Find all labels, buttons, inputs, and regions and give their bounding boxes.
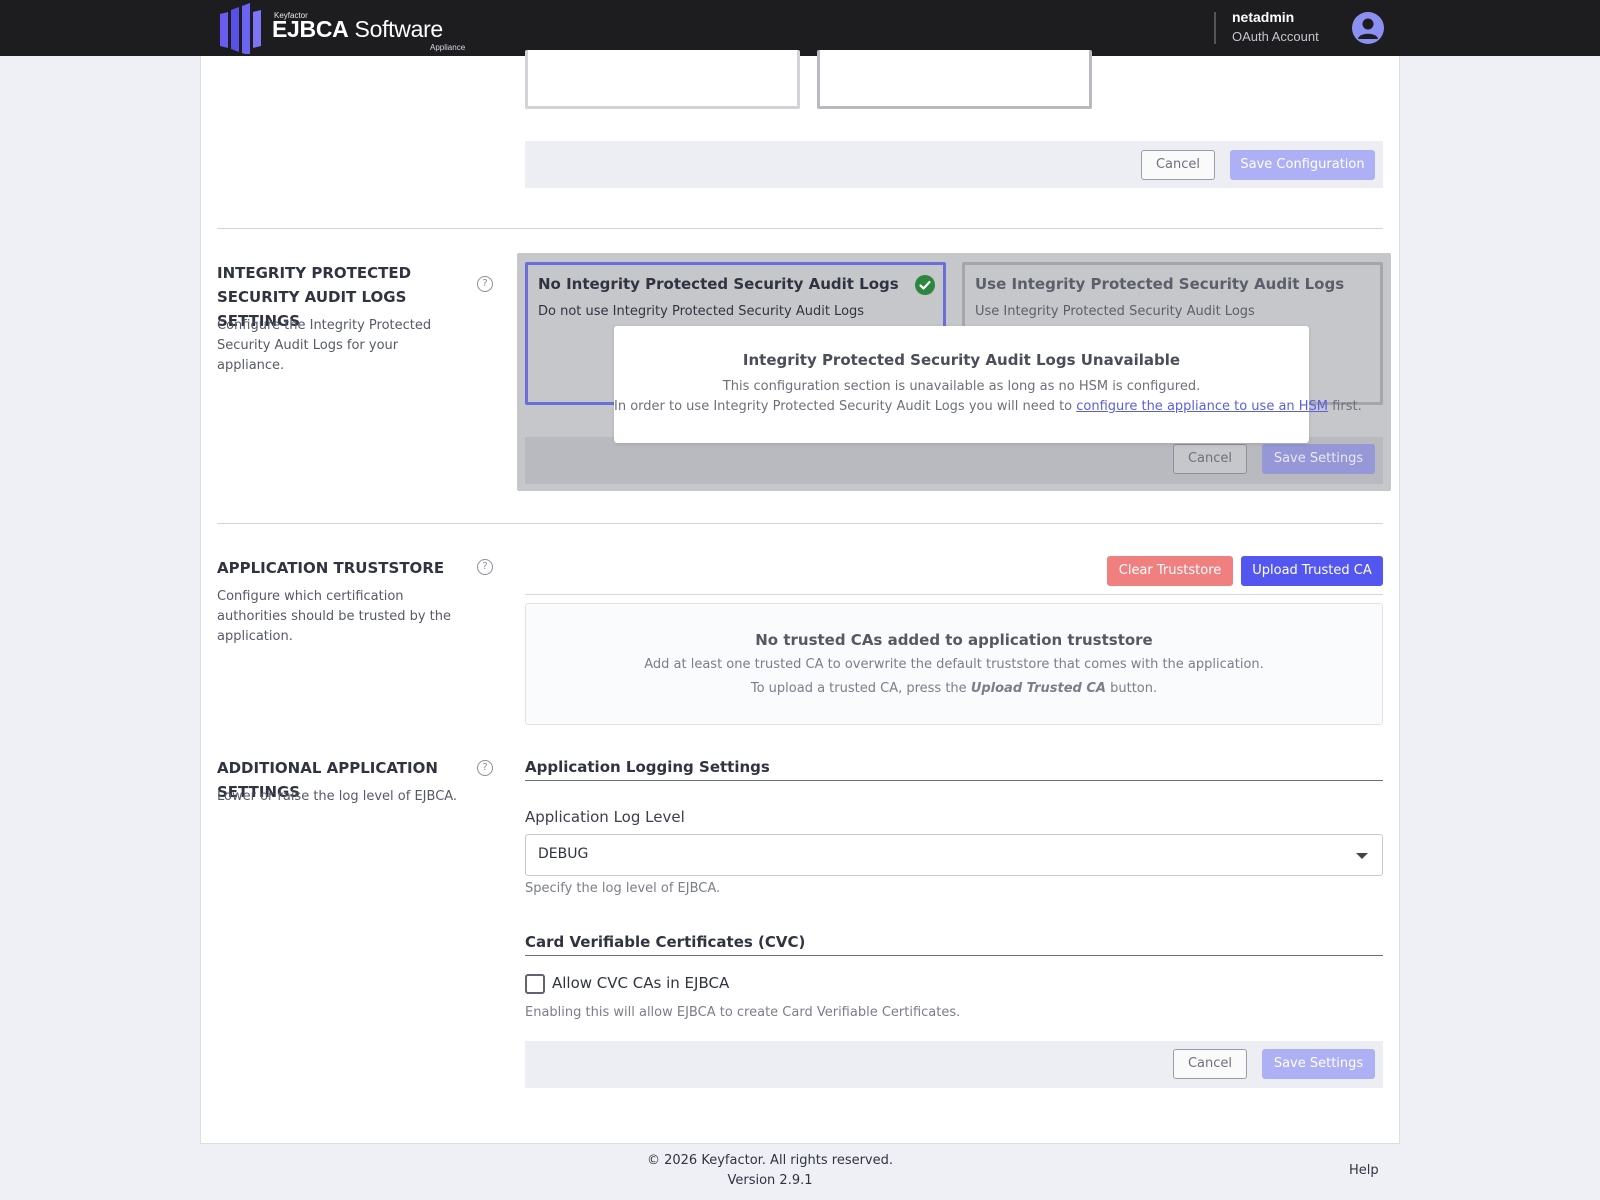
option-no-title: No Integrity Protected Security Audit Lo…: [538, 275, 899, 293]
hsm-unavailable-modal: Integrity Protected Security Audit Logs …: [614, 326, 1362, 443]
help-icon[interactable]: ?: [477, 276, 493, 292]
allow-cvc-label[interactable]: Allow CVC CAs in EJBCA: [552, 974, 729, 992]
allow-cvc-checkbox[interactable]: [525, 974, 545, 994]
cancel-button[interactable]: Cancel: [1141, 150, 1215, 180]
log-level-value: DEBUG: [538, 846, 589, 862]
help-icon[interactable]: ?: [477, 760, 493, 776]
integrity-cancel-button: Cancel: [1173, 444, 1247, 474]
truststore-section-title: APPLICATION TRUSTSTORE: [217, 559, 445, 577]
avatar[interactable]: [1352, 12, 1384, 44]
option-yes-desc: Use Integrity Protected Security Audit L…: [975, 304, 1255, 319]
logging-heading-rule: [525, 780, 1383, 781]
config-option-tile-1[interactable]: [525, 50, 800, 109]
truststore-divider: [525, 594, 1383, 595]
modal-instruction: In order to use Integrity Protected Secu…: [614, 399, 1362, 414]
configure-hsm-link[interactable]: configure the appliance to use an HSM: [1076, 399, 1328, 414]
logo-title: EJBCA Software: [272, 16, 443, 42]
user-name[interactable]: netadmin: [1232, 9, 1294, 25]
empty-state-message: Add at least one trusted CA to overwrite…: [644, 657, 1264, 672]
upload-trusted-ca-button[interactable]: Upload Trusted CA: [1241, 556, 1383, 586]
section-divider: [217, 228, 1383, 229]
footer-version: Version 2.9.1: [727, 1173, 813, 1188]
help-link[interactable]: Help: [1349, 1163, 1379, 1178]
logging-settings-heading: Application Logging Settings: [525, 758, 770, 776]
integrity-actions-bar: [525, 437, 1383, 484]
logo-subtitle: Appliance: [430, 43, 466, 52]
user-icon: [1358, 18, 1378, 39]
log-level-hint: Specify the log level of EJBCA.: [525, 881, 721, 896]
truststore-section-description: Configure which certification authoritie…: [217, 589, 451, 644]
check-circle-icon: [915, 275, 935, 295]
help-icon[interactable]: ?: [477, 559, 493, 575]
modal-title: Integrity Protected Security Audit Logs …: [742, 351, 1181, 369]
option-no-desc: Do not use Integrity Protected Security …: [538, 304, 865, 319]
additional-section-description: Lower or raise the log level of EJBCA.: [217, 789, 458, 804]
log-level-select[interactable]: DEBUG: [525, 834, 1383, 876]
top-bar: Keyfactor EJBCA Software Appliance netad…: [0, 0, 1600, 56]
integrity-section-description: Configure the Integrity Protected Securi…: [217, 318, 432, 373]
additional-actions-bar: [525, 1041, 1383, 1088]
logo-bars-icon: [220, 3, 261, 54]
footer-copyright: © 2026 Keyfactor. All rights reserved.: [646, 1153, 894, 1168]
config-option-tile-2[interactable]: [817, 50, 1092, 109]
empty-state-instruction: To upload a trusted CA, press the Upload…: [750, 681, 1158, 696]
user-account-type: OAuth Account: [1232, 29, 1319, 44]
additional-cancel-button[interactable]: Cancel: [1173, 1049, 1247, 1079]
cvc-heading-rule: [525, 955, 1383, 956]
log-level-label: Application Log Level: [525, 808, 685, 826]
ejbca-logo[interactable]: Keyfactor EJBCA Software Appliance: [218, 2, 465, 54]
chevron-down-icon: [1356, 853, 1368, 859]
clear-truststore-button[interactable]: Clear Truststore: [1107, 556, 1233, 586]
integrity-save-button: Save Settings: [1262, 444, 1375, 474]
header-divider: [1214, 12, 1216, 44]
additional-save-button[interactable]: Save Settings: [1262, 1049, 1375, 1079]
cvc-hint: Enabling this will allow EJBCA to create…: [525, 1005, 961, 1020]
empty-state-title: No trusted CAs added to application trus…: [755, 631, 1153, 649]
option-yes-title: Use Integrity Protected Security Audit L…: [975, 275, 1345, 293]
modal-message: This configuration section is unavailabl…: [722, 379, 1201, 394]
cvc-heading: Card Verifiable Certificates (CVC): [525, 933, 806, 951]
save-configuration-button[interactable]: Save Configuration: [1230, 150, 1375, 180]
truststore-empty-state: No trusted CAs added to application trus…: [525, 603, 1383, 725]
section-divider: [217, 523, 1383, 524]
